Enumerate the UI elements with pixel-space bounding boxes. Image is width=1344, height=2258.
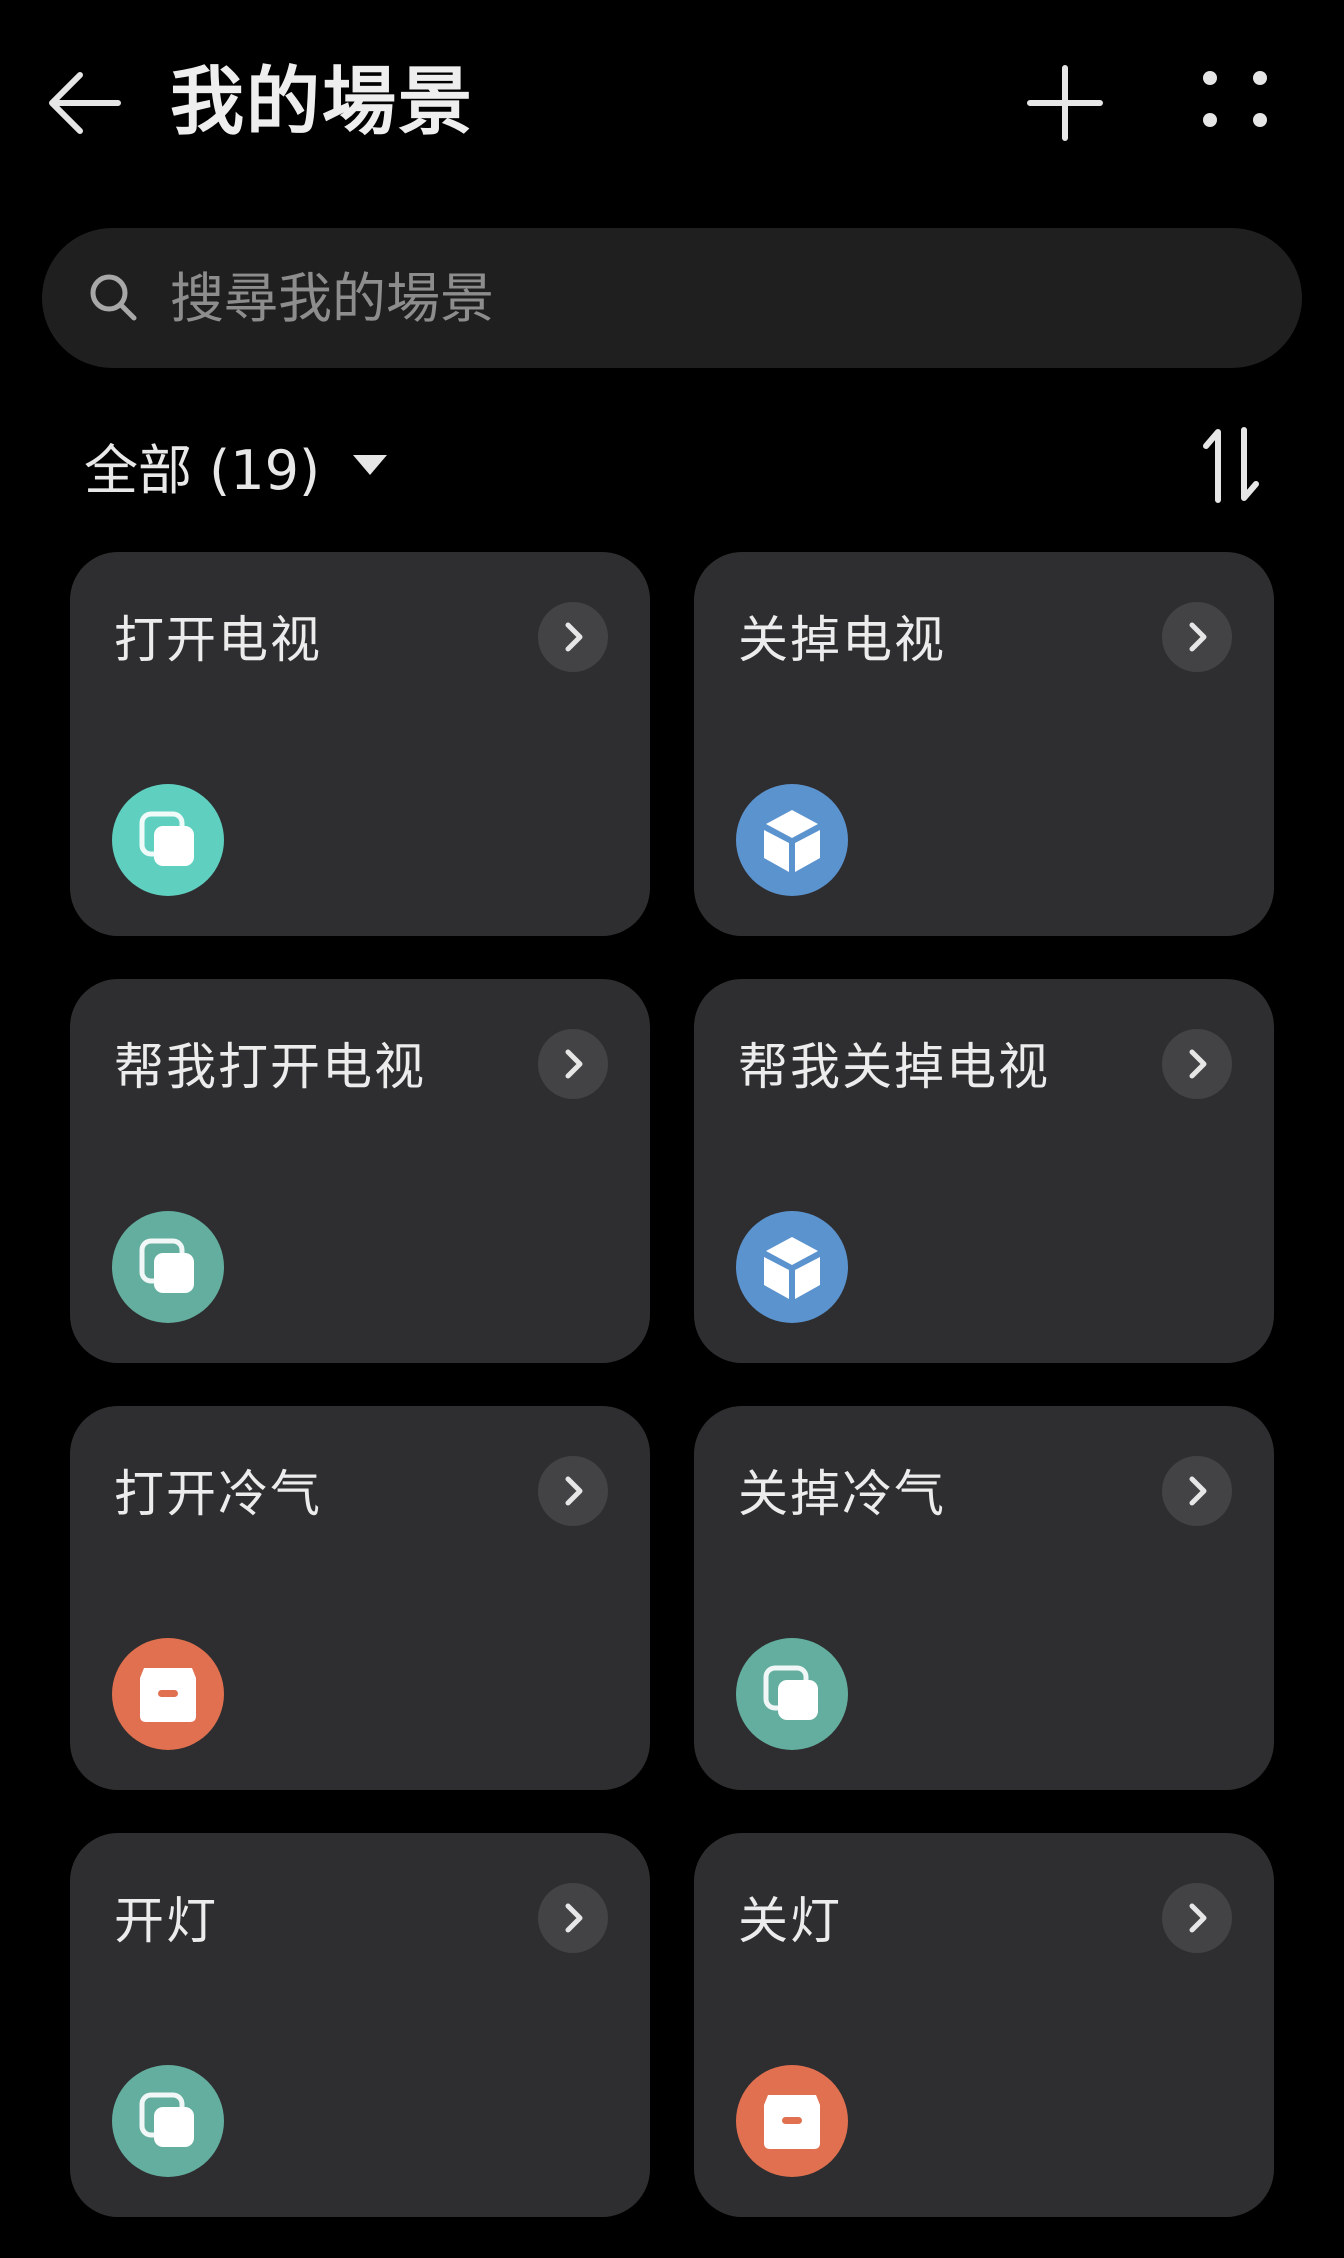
scene-card[interactable]: 帮我打开电视 — [70, 979, 650, 1363]
chevron-right-icon[interactable] — [1162, 1456, 1232, 1526]
chevron-right-icon[interactable] — [538, 1029, 608, 1099]
scene-card[interactable]: 打开冷气 — [70, 1406, 650, 1790]
chevron-right-icon[interactable] — [1162, 602, 1232, 672]
more-options-button[interactable] — [1190, 58, 1280, 148]
more-dots-icon — [1203, 71, 1267, 127]
scene-title: 打开电视 — [114, 611, 322, 669]
box-icon — [736, 2065, 848, 2177]
chevron-right-icon[interactable] — [1162, 1883, 1232, 1953]
scene-card[interactable]: 关掉冷气 — [694, 1406, 1274, 1790]
back-arrow-icon — [49, 72, 121, 134]
layers-icon — [112, 2065, 224, 2177]
add-scene-button[interactable] — [1020, 58, 1110, 148]
sort-arrows-icon — [1203, 427, 1259, 503]
scene-title: 关掉冷气 — [738, 1465, 946, 1523]
scene-title: 关掉电视 — [738, 611, 946, 669]
search-icon — [90, 274, 137, 321]
layers-icon — [736, 1638, 848, 1750]
chevron-right-icon[interactable] — [538, 1456, 608, 1526]
scene-title: 关灯 — [738, 1892, 842, 1950]
search-input[interactable] — [170, 228, 1250, 368]
top-app-bar: 我的場景 — [0, 0, 1344, 210]
box-icon — [112, 1638, 224, 1750]
scene-card[interactable]: 打开电视 — [70, 552, 650, 936]
filter-dropdown[interactable]: 全部 (19) — [84, 420, 390, 510]
caret-down-icon — [353, 455, 388, 475]
scene-card[interactable]: 开灯 — [70, 1833, 650, 2217]
chevron-right-icon[interactable] — [538, 602, 608, 672]
page-title: 我的場景 — [170, 59, 474, 145]
chevron-right-icon[interactable] — [1162, 1029, 1232, 1099]
layers-icon — [112, 784, 224, 896]
scene-card[interactable]: 关掉电视 — [694, 552, 1274, 936]
scene-card[interactable]: 帮我关掉电视 — [694, 979, 1274, 1363]
scene-title: 帮我打开电视 — [114, 1038, 426, 1096]
scene-title: 开灯 — [114, 1892, 218, 1950]
scene-card[interactable]: 关灯 — [694, 1833, 1274, 2217]
filter-bar: 全部 (19) — [0, 420, 1344, 510]
scene-title: 打开冷气 — [114, 1465, 322, 1523]
scene-title: 帮我关掉电视 — [738, 1038, 1050, 1096]
filter-label: 全部 (19) — [84, 438, 321, 502]
layers-icon — [112, 1211, 224, 1323]
chevron-right-icon[interactable] — [538, 1883, 608, 1953]
back-button[interactable] — [40, 58, 130, 148]
sort-button[interactable] — [1200, 420, 1264, 510]
plus-icon — [1027, 65, 1103, 141]
cube-icon — [736, 784, 848, 896]
cube-icon — [736, 1211, 848, 1323]
search-bar[interactable] — [42, 228, 1302, 368]
